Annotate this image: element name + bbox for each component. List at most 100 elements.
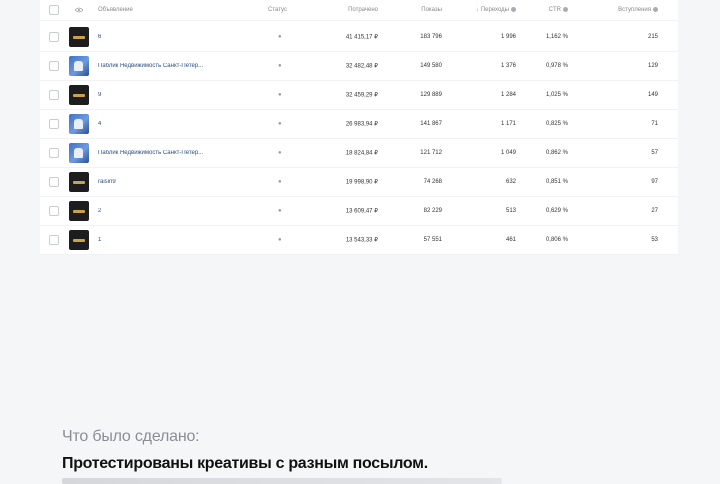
ctr-value: 0,806 % <box>545 236 568 243</box>
impressions-value: 141 867 <box>420 120 442 127</box>
entries-value: 149 <box>647 91 658 98</box>
table-row[interactable]: raisin9 ● 19 998,90 ₽ 74 268 632 0,851 %… <box>40 167 678 197</box>
entries-value: 57 <box>651 149 658 156</box>
table-row[interactable]: 6 ● 41 415,17 ₽ 183 796 1 996 1,162 % 21… <box>40 22 678 52</box>
clicks-value: 461 <box>505 236 516 243</box>
section-text: Протестированы креативы с разным посылом… <box>62 455 428 472</box>
ad-thumbnail[interactable] <box>69 26 89 47</box>
eye-icon[interactable] <box>75 7 83 13</box>
header-entries[interactable]: Вступления <box>618 6 658 14</box>
clicks-value: 1 996 <box>500 33 516 40</box>
row-checkbox[interactable] <box>49 118 59 129</box>
ad-thumbnail[interactable] <box>69 200 89 221</box>
status-indicator: ● <box>278 207 282 214</box>
header-entries-label: Вступления <box>618 7 651 14</box>
clicks-value: 1 376 <box>500 62 516 69</box>
ctr-value: 1,025 % <box>545 91 568 98</box>
select-all-checkbox[interactable] <box>49 5 59 15</box>
impressions-value: 82 229 <box>423 207 442 214</box>
entries-value: 71 <box>651 120 658 127</box>
table-row[interactable]: 4 ● 26 983,94 ₽ 141 867 1 171 0,825 % 71 <box>40 109 678 139</box>
header-status[interactable]: Статус <box>268 7 287 13</box>
table-row[interactable]: 9 ● 32 459,29 ₽ 129 889 1 284 1,025 % 14… <box>40 80 678 110</box>
row-checkbox[interactable] <box>49 205 59 216</box>
table-row[interactable]: 1 ● 13 543,33 ₽ 57 551 461 0,806 % 53 <box>40 225 678 255</box>
ctr-value: 0,978 % <box>545 62 568 69</box>
clicks-value: 632 <box>505 178 516 185</box>
row-checkbox[interactable] <box>49 234 59 245</box>
spend-value: 19 998,90 ₽ <box>345 179 378 185</box>
ad-name[interactable]: Паблик Недвижимость Санкт-Петер... <box>98 63 203 69</box>
ctr-value: 0,851 % <box>545 178 568 185</box>
entries-value: 97 <box>651 178 658 185</box>
ctr-value: 0,629 % <box>545 207 568 214</box>
header-object[interactable]: Объявление <box>98 7 133 13</box>
ctr-value: 0,825 % <box>545 120 568 127</box>
ad-name[interactable]: 9 <box>98 92 101 98</box>
impressions-value: 129 889 <box>420 91 442 98</box>
spend-value: 18 824,84 ₽ <box>345 150 378 156</box>
clicks-value: 513 <box>505 207 516 214</box>
ad-name[interactable]: raisin9 <box>98 179 116 185</box>
sort-desc-icon: ↓ <box>475 7 479 14</box>
spend-value: 32 459,29 ₽ <box>345 92 378 98</box>
clicks-value: 1 171 <box>500 120 516 127</box>
row-checkbox[interactable] <box>49 31 59 42</box>
spend-value: 26 983,94 ₽ <box>345 121 378 127</box>
entries-value: 129 <box>647 62 658 69</box>
header-clicks-label: Переходы <box>480 7 509 14</box>
ad-name[interactable]: 1 <box>98 237 101 243</box>
impressions-value: 183 796 <box>420 33 442 40</box>
ad-thumbnail[interactable] <box>69 55 89 76</box>
table-header-row: Объявление Статус Потрачено Показы ↓ Пере… <box>40 0 678 21</box>
ad-thumbnail[interactable] <box>69 113 89 134</box>
info-icon[interactable] <box>511 6 516 12</box>
status-indicator: ● <box>278 149 282 156</box>
ad-thumbnail[interactable] <box>69 142 89 163</box>
status-indicator: ● <box>278 33 282 40</box>
spend-value: 13 543,33 ₽ <box>345 237 378 243</box>
ads-table-card: Объявление Статус Потрачено Показы ↓ Пере… <box>40 0 678 255</box>
ad-name[interactable]: 4 <box>98 121 101 127</box>
ad-thumbnail[interactable] <box>69 171 89 192</box>
ctr-value: 0,862 % <box>545 149 568 156</box>
info-icon[interactable] <box>563 6 568 12</box>
info-icon[interactable] <box>653 6 658 12</box>
cropped-text-line <box>62 478 502 484</box>
impressions-value: 149 580 <box>420 62 442 69</box>
status-indicator: ● <box>278 120 282 127</box>
header-clicks[interactable]: ↓ Переходы <box>475 6 516 14</box>
status-indicator: ● <box>278 178 282 185</box>
clicks-value: 1 049 <box>500 149 516 156</box>
ad-thumbnail[interactable] <box>69 84 89 105</box>
ad-name[interactable]: Паблик Недвижимость Санкт-Петер... <box>98 150 203 156</box>
spend-value: 13 609,47 ₽ <box>345 208 378 214</box>
entries-value: 27 <box>651 207 658 214</box>
table-row[interactable]: Паблик Недвижимость Санкт-Петер... ● 32 … <box>40 51 678 81</box>
status-indicator: ● <box>278 62 282 69</box>
spend-value: 32 482,48 ₽ <box>345 63 378 69</box>
status-indicator: ● <box>278 236 282 243</box>
row-checkbox[interactable] <box>49 147 59 158</box>
clicks-value: 1 284 <box>500 91 516 98</box>
row-checkbox[interactable] <box>49 89 59 100</box>
ad-thumbnail[interactable] <box>69 229 89 250</box>
table-row[interactable]: Паблик Недвижимость Санкт-Петер... ● 18 … <box>40 138 678 168</box>
header-ctr-label: CTR <box>548 7 561 14</box>
header-ctr[interactable]: CTR <box>548 6 568 14</box>
impressions-value: 57 551 <box>423 236 442 243</box>
impressions-value: 121 712 <box>420 149 442 156</box>
ctr-value: 1,162 % <box>545 33 568 40</box>
entries-value: 53 <box>651 236 658 243</box>
row-checkbox[interactable] <box>49 176 59 187</box>
ad-name[interactable]: 6 <box>98 34 101 40</box>
spend-value: 41 415,17 ₽ <box>345 34 378 40</box>
impressions-value: 74 268 <box>423 178 442 185</box>
status-indicator: ● <box>278 91 282 98</box>
header-spend[interactable]: Потрачено <box>348 7 378 13</box>
table-row[interactable]: 2 ● 13 609,47 ₽ 82 229 513 0,629 % 27 <box>40 196 678 226</box>
ad-name[interactable]: 2 <box>98 208 101 214</box>
entries-value: 215 <box>647 33 658 40</box>
row-checkbox[interactable] <box>49 60 59 71</box>
header-impressions[interactable]: Показы <box>421 7 442 13</box>
